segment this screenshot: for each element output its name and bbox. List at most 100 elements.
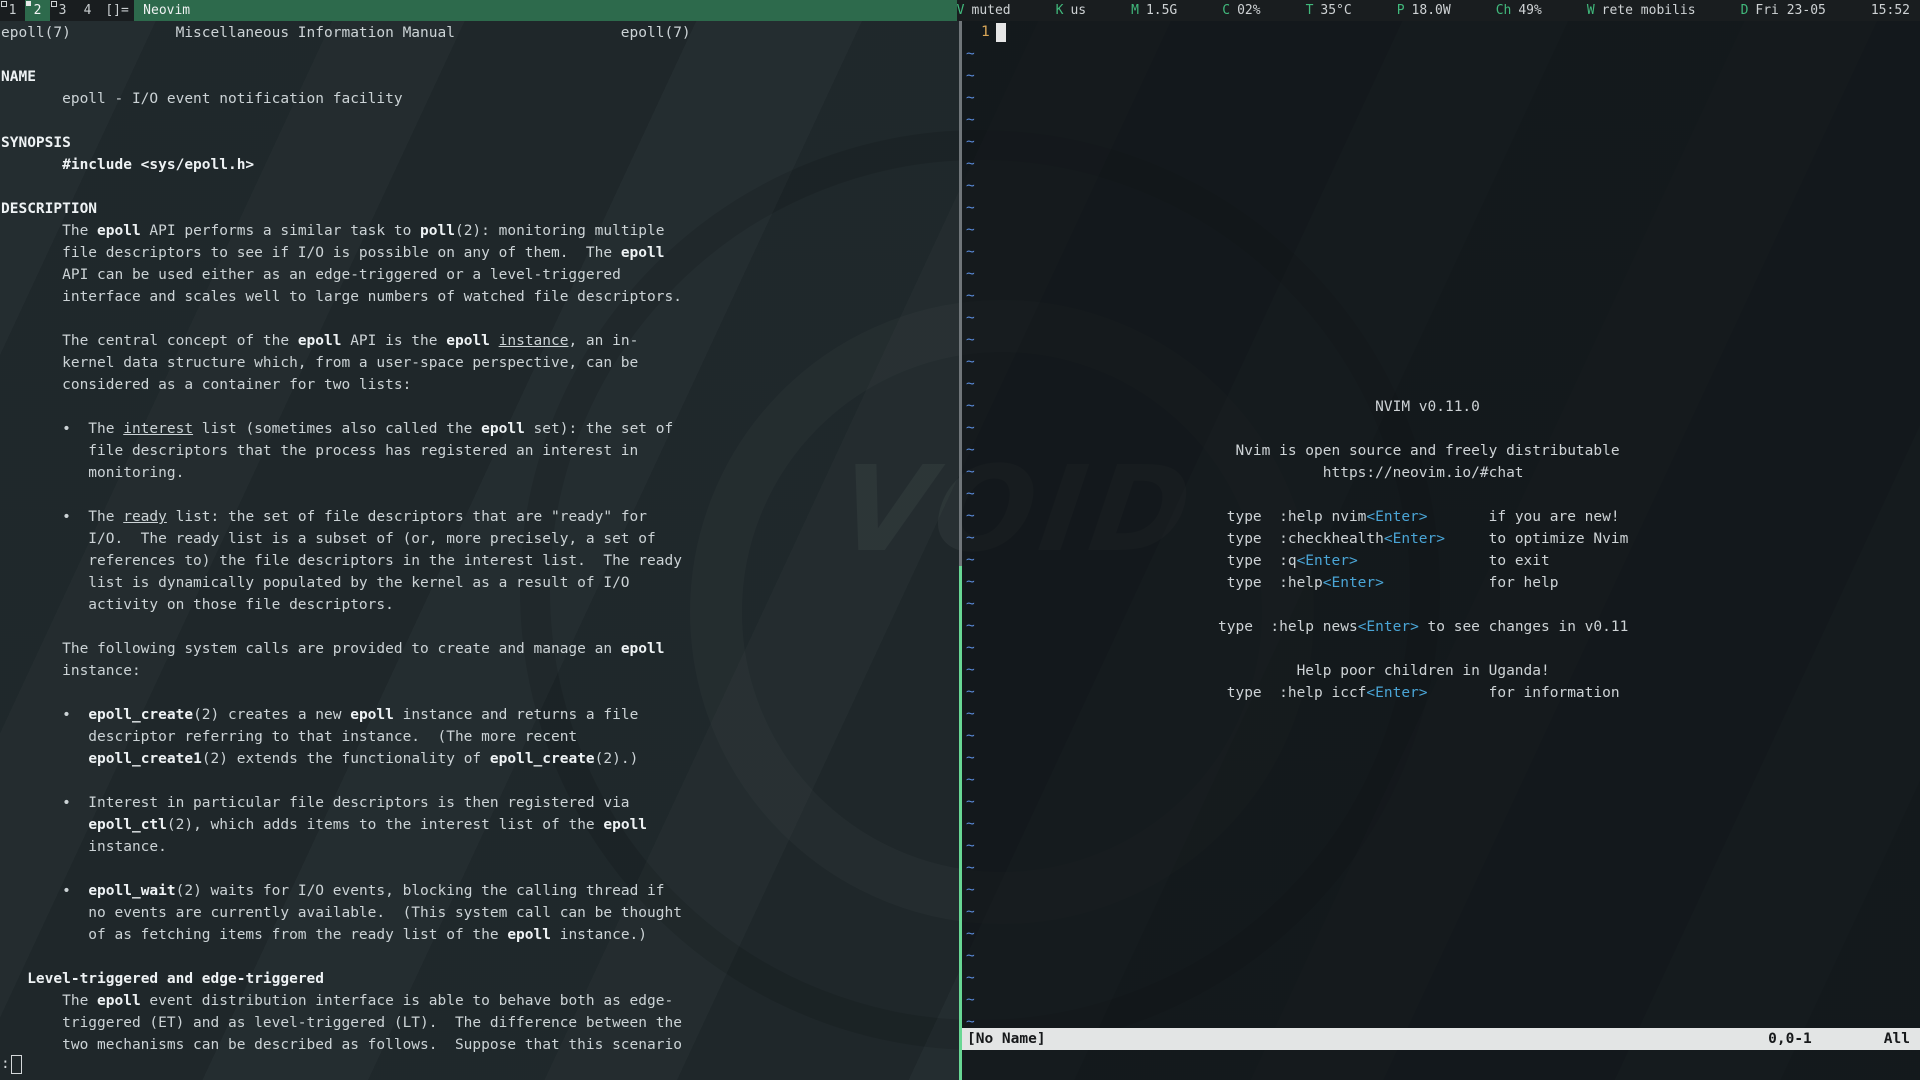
status-item: M1.5G (1131, 3, 1177, 18)
man-line: The epoll event distribution interface i… (1, 990, 691, 1012)
status-item: Ch49% (1496, 3, 1542, 18)
man-line: • epoll_wait(2) waits for I/O events, bl… (1, 880, 691, 902)
tilde-line: ~ (966, 703, 975, 725)
tag-client-indicator (51, 1, 57, 7)
tilde-line: ~ (966, 571, 975, 593)
tilde-line: ~ (966, 285, 975, 307)
tag-label: 4 (84, 3, 92, 18)
pager-command-line[interactable]: : (1, 1054, 22, 1074)
man-line: activity on those file descriptors. (1, 594, 691, 616)
tilde-line: ~ (966, 857, 975, 879)
man-line: I/O. The ready list is a subset of (or, … (1, 528, 691, 550)
status-value: Fri 23-05 (1755, 3, 1825, 18)
neovim-pane[interactable]: 1 ~~~~~~~~~~~~~~~~~~~~~~~~~~~~~~~~~~~~~~… (962, 21, 1920, 1080)
tilde-line: ~ (966, 219, 975, 241)
tilde-line: ~ (966, 945, 975, 967)
tilde-line: ~ (966, 65, 975, 87)
layout-symbol[interactable]: []= (100, 0, 134, 21)
top-bar: 1234 []= Neovim VmutedKusM1.5GC02%T35°CP… (0, 0, 1920, 21)
tilde-line: ~ (966, 725, 975, 747)
man-line: no events are currently available. (This… (1, 902, 691, 924)
tilde-line: ~ (966, 835, 975, 857)
status-key: T (1306, 3, 1314, 18)
intro-line: NVIM v0.11.0 (1218, 396, 1628, 418)
scroll-indicator: All (1884, 1028, 1910, 1050)
status-item: P18.0W (1397, 3, 1451, 18)
buffer-name: [No Name] (967, 1028, 1046, 1050)
nvim-statusline: [No Name] 0,0-1 All (962, 1028, 1920, 1050)
tilde-line: ~ (966, 153, 975, 175)
man-line: DESCRIPTION (1, 198, 691, 220)
tilde-line: ~ (966, 791, 975, 813)
workspace-tag-3[interactable]: 3 (50, 0, 75, 21)
man-line (1, 308, 691, 330)
man-line: The following system calls are provided … (1, 638, 691, 660)
intro-line (1218, 594, 1628, 616)
terminal-man-page-pane[interactable]: epoll(7) Miscellaneous Information Manua… (0, 21, 956, 1080)
status-value: us (1070, 3, 1086, 18)
tilde-line: ~ (966, 593, 975, 615)
man-line: interface and scales well to large numbe… (1, 286, 691, 308)
tilde-line: ~ (966, 43, 975, 65)
man-line: epoll_ctl(2), which adds items to the in… (1, 814, 691, 836)
tag-label: 1 (9, 3, 17, 18)
tilde-line: ~ (966, 527, 975, 549)
tilde-line: ~ (966, 923, 975, 945)
man-line (1, 44, 691, 66)
status-value: 35°C (1320, 3, 1351, 18)
man-line: references to) the file descriptors in t… (1, 550, 691, 572)
tilde-line: ~ (966, 879, 975, 901)
man-line (1, 858, 691, 880)
status-item: D Fri 23-05 (1741, 3, 1826, 18)
status-key: M (1131, 3, 1139, 18)
tilde-line: ~ (966, 659, 975, 681)
man-line: • The interest list (sometimes also call… (1, 418, 691, 440)
man-line: #include <sys/epoll.h> (1, 154, 691, 176)
status-key: C (1222, 3, 1230, 18)
pager-cursor (11, 1055, 22, 1074)
workspace-tags: 1234 (0, 0, 100, 21)
status-value: muted (972, 3, 1011, 18)
status-key: D (1741, 3, 1749, 18)
man-line (1, 682, 691, 704)
tilde-line: ~ (966, 439, 975, 461)
man-line: of as fetching items from the ready list… (1, 924, 691, 946)
man-line: two mechanisms can be described as follo… (1, 1034, 691, 1056)
tilde-line: ~ (966, 901, 975, 923)
status-value: 15:52 (1871, 3, 1910, 18)
tilde-line: ~ (966, 483, 975, 505)
status-item: T 35°C (1306, 3, 1352, 18)
status-value: rete mobilis (1602, 3, 1696, 18)
status-item: C02% (1222, 3, 1260, 18)
nvim-intro-screen: NVIM v0.11.0 Nvim is open source and fre… (1218, 396, 1628, 704)
pager-prompt-colon: : (1, 1056, 10, 1072)
tilde-line: ~ (966, 461, 975, 483)
status-value: 49% (1518, 3, 1541, 18)
workspace-tag-1[interactable]: 1 (0, 0, 25, 21)
man-line: list is dynamically populated by the ker… (1, 572, 691, 594)
workspace-tag-2[interactable]: 2 (25, 0, 50, 21)
man-line: monitoring. (1, 462, 691, 484)
workspace-tag-4[interactable]: 4 (75, 0, 100, 21)
intro-line: type :checkhealth<Enter> to optimize Nvi… (1218, 528, 1628, 550)
intro-line: type :help nvim<Enter> if you are new! (1218, 506, 1628, 528)
tag-client-indicator (1, 1, 7, 7)
status-key: P (1397, 3, 1405, 18)
intro-line: type :help<Enter> for help (1218, 572, 1628, 594)
status-key: K (1056, 3, 1064, 18)
intro-line: https://neovim.io/#chat (1218, 462, 1628, 484)
man-line: • The ready list: the set of file descri… (1, 506, 691, 528)
pane-separator-lower[interactable] (959, 566, 962, 1080)
intro-line: type :help iccf<Enter> for information (1218, 682, 1628, 704)
man-line: Level-triggered and edge-triggered (1, 968, 691, 990)
status-modules: VmutedKusM1.5GC02%T35°CP18.0WCh49%Wrete … (957, 0, 1920, 21)
man-line: instance: (1, 660, 691, 682)
man-line (1, 616, 691, 638)
man-line: file descriptors that the process has re… (1, 440, 691, 462)
pane-separator-upper[interactable] (959, 21, 962, 566)
tilde-line: ~ (966, 615, 975, 637)
tilde-line: ~ (966, 197, 975, 219)
man-line: SYNOPSIS (1, 132, 691, 154)
intro-line (1218, 638, 1628, 660)
empty-buffer-tildes: ~~~~~~~~~~~~~~~~~~~~~~~~~~~~~~~~~~~~~~~~… (966, 43, 975, 1033)
